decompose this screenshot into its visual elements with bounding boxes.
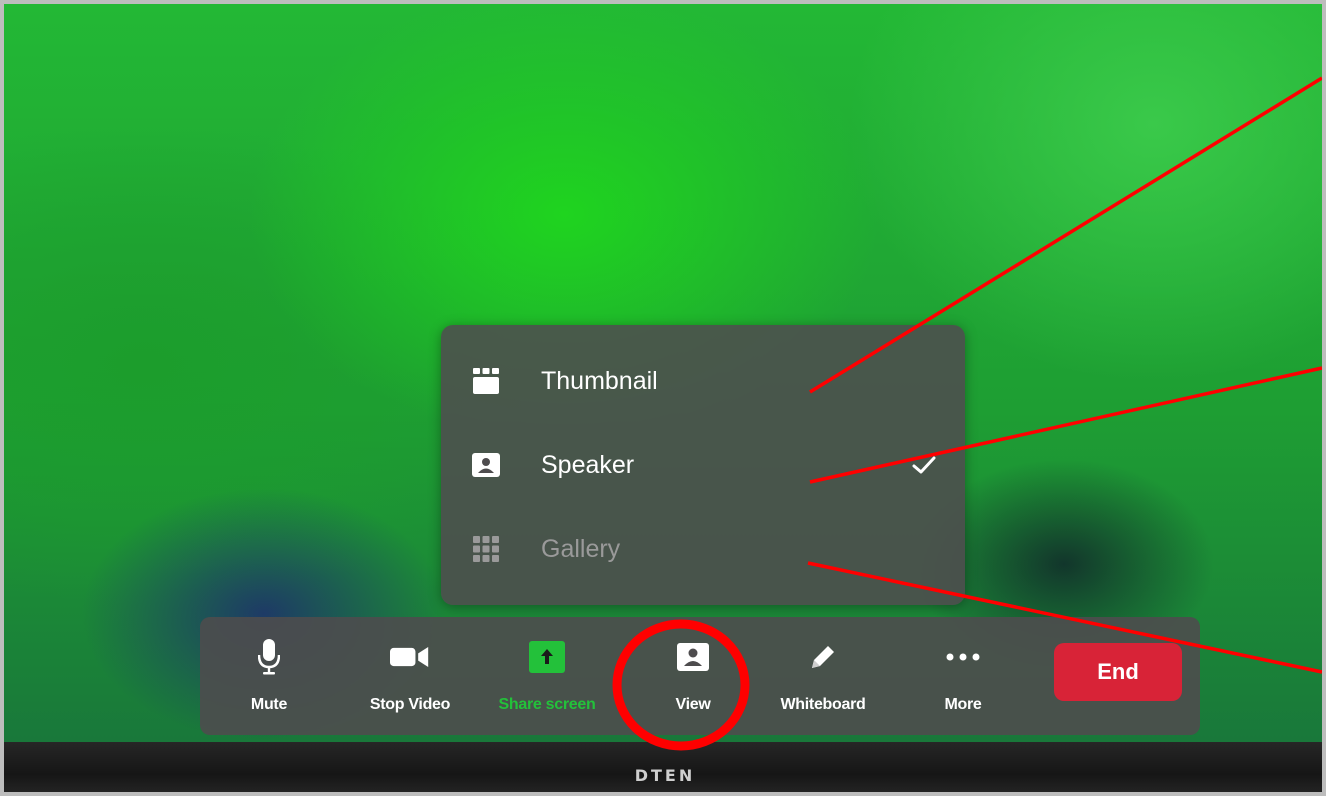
whiteboard-button[interactable]: Whiteboard: [768, 617, 878, 735]
mute-button[interactable]: Mute: [214, 617, 324, 735]
microphone-icon: [249, 639, 289, 675]
thumbnail-icon: [471, 366, 501, 396]
brand-logo: DTEN: [634, 766, 696, 785]
menu-item-thumbnail[interactable]: Thumbnail: [441, 341, 965, 421]
whiteboard-label: Whiteboard: [780, 696, 866, 713]
gallery-grid-icon: [471, 534, 501, 564]
speaker-view-icon: [471, 450, 501, 480]
checkmark-icon: [911, 452, 937, 478]
video-camera-icon: [390, 639, 430, 675]
more-label: More: [944, 696, 982, 713]
more-dots-icon: [943, 639, 983, 675]
view-button[interactable]: View: [638, 617, 748, 735]
menu-item-speaker[interactable]: Speaker: [441, 425, 965, 505]
share-screen-button[interactable]: Share screen: [485, 617, 609, 735]
menu-item-gallery[interactable]: Gallery: [441, 509, 965, 589]
end-meeting-button[interactable]: End: [1054, 643, 1182, 701]
view-label: View: [675, 696, 711, 713]
view-menu: Thumbnail Speaker Gallery: [441, 325, 965, 605]
pencil-icon: [803, 639, 843, 675]
menu-item-label: Thumbnail: [541, 366, 658, 395]
meeting-toolbar: Mute Stop Video Share screen View Whiteb…: [200, 617, 1200, 735]
speaker-view-icon: [673, 639, 713, 675]
menu-item-label: Gallery: [541, 534, 621, 563]
display-bezel: DTEN: [4, 742, 1326, 796]
stop-video-button[interactable]: Stop Video: [350, 617, 470, 735]
share-screen-label: Share screen: [498, 696, 596, 713]
menu-item-label: Speaker: [541, 450, 635, 479]
mute-label: Mute: [250, 696, 288, 713]
more-button[interactable]: More: [908, 617, 1018, 735]
stop-video-label: Stop Video: [369, 696, 451, 713]
share-screen-icon: [527, 639, 567, 675]
